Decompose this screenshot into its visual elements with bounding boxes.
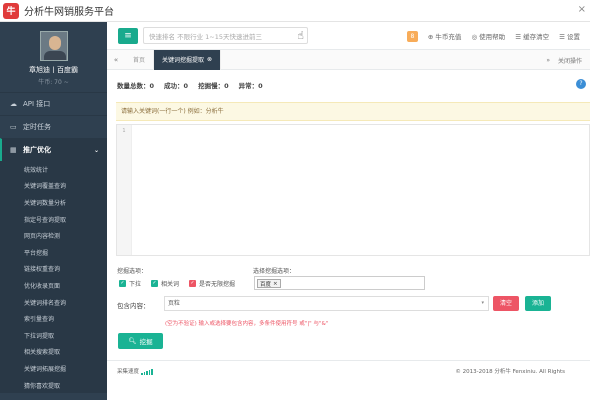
top-navbar: ≡ 快速排名 不限行业 1~15天快速进前三 ☝ 8 ⊕ 牛币充值 ◎ 使用帮助… <box>107 22 590 50</box>
speed-label: 采集速度 <box>117 368 140 375</box>
checkbox-related[interactable]: ✓ <box>151 280 159 287</box>
close-icon[interactable]: × <box>578 4 586 15</box>
submenu-item[interactable]: 优化收录页面 <box>0 277 107 294</box>
sidebar-submenu: 统效统计 关键词覆盖查询 关键词数量分析 指定号查询提取 网页内容检测 平台挖掘… <box>0 161 107 394</box>
caret-down-icon: ▾ <box>481 300 484 306</box>
search-icon: 🔍︎ <box>128 337 137 345</box>
close-tabs-menu[interactable]: 关闭操作 <box>558 56 582 65</box>
line-number-gutter: 1 <box>117 125 132 255</box>
main-content: 数量总数：0 成功：0 挖掘慢：0 异常：0 ? 请输入关键词(一行一个) 例如… <box>107 70 590 400</box>
stat-total: 数量总数：0 <box>117 82 155 90</box>
app-logo-icon: 牛 <box>3 2 19 19</box>
signal-bars-icon <box>141 368 154 375</box>
settings-link[interactable]: ☰ 设置 <box>559 31 580 41</box>
mine-button-label: 挖掘 <box>139 338 153 346</box>
search-input[interactable]: 快速排名 不限行业 1~15天快速进前三 ☝ <box>143 27 308 44</box>
help-link[interactable]: ◎ 使用帮助 <box>471 31 505 41</box>
tab-scroll-right-icon[interactable]: » <box>546 57 550 64</box>
filter-select[interactable]: 页粒 ▾ <box>164 296 489 311</box>
cloud-icon: ☁ <box>10 100 17 108</box>
sidebar-item-label: API 接口 <box>23 100 51 108</box>
engine-tag-label: 百度 <box>260 281 272 288</box>
engine-select[interactable]: 百度 × <box>254 276 425 290</box>
engine-label: 选择挖掘选项： <box>253 268 296 275</box>
submenu-item[interactable]: 关键词拓展挖掘 <box>0 360 107 377</box>
submenu-item[interactable]: 索引量查询 <box>0 310 107 327</box>
avatar[interactable] <box>39 31 68 61</box>
add-button[interactable]: 添加 <box>525 296 551 311</box>
monitor-icon: ▭ <box>10 123 17 131</box>
submenu-item[interactable]: 关键词排名查询 <box>0 294 107 311</box>
tab-keyword-mining[interactable]: 关键词挖掘提取 ⊗ <box>154 49 222 70</box>
notification-badge[interactable]: 8 <box>406 30 418 42</box>
user-name[interactable]: 章旭迪丨百度霸 <box>29 65 78 75</box>
tab-label: 关键词挖掘提取 <box>162 57 205 64</box>
submenu-item[interactable]: 平台挖掘 <box>0 244 107 261</box>
clear-button[interactable]: 清空 <box>493 296 519 311</box>
user-profile: 章旭迪丨百度霸 牛币: 70 ~ <box>0 22 107 92</box>
hand-cursor-icon: ☝ <box>297 29 304 42</box>
copyright: © 2013-2018 分析牛 Fenxiniu. All Rights <box>455 368 565 375</box>
sidebar-item-label: 推广优化 <box>23 146 51 154</box>
stat-success: 成功：0 <box>164 82 189 90</box>
tabs-bar: « 首页 关键词挖掘提取 ⊗ » 关闭操作 <box>107 49 590 70</box>
menu-toggle-button[interactable]: ≡ <box>118 27 138 44</box>
submenu-item[interactable]: 网页内容检测 <box>0 227 107 244</box>
sidebar-item-scheduled[interactable]: ▭ 定时任务 <box>0 115 107 138</box>
submenu-item[interactable]: 关键词覆盖查询 <box>0 178 107 195</box>
checkbox-unlimited[interactable]: ✓ <box>189 280 197 287</box>
submenu-item[interactable]: 下拉词提取 <box>0 327 107 344</box>
remove-tag-icon[interactable]: × <box>273 281 278 287</box>
mine-button[interactable]: 🔍︎ 挖掘 <box>118 333 163 349</box>
filter-note: (空为不验证) 输入或选择要包含内容，多条件使用符号 或"|" 与"&" <box>165 321 329 327</box>
tab-home[interactable]: 首页 <box>125 49 155 70</box>
user-level: 牛币: 70 ~ <box>38 79 69 86</box>
top-links: 8 ⊕ 牛币充值 ◎ 使用帮助 ☰ 缓存清空 ☰ 设置 <box>406 22 590 50</box>
sidebar: 章旭迪丨百度霸 牛币: 70 ~ ☁ API 接口 ▭ 定时任务 ▦ 推广优化 … <box>0 22 107 400</box>
tab-close-icon[interactable]: ⊗ <box>207 56 212 63</box>
submenu-item[interactable]: 相关搜索提取 <box>0 344 107 361</box>
submenu-item[interactable]: 指定号查询提取 <box>0 211 107 228</box>
stat-failed: 挖掘慢：0 <box>198 82 229 90</box>
search-placeholder: 快速排名 不限行业 1~15天快速进前三 <box>149 32 262 41</box>
app-title: 分析牛网销服务平台 <box>24 7 114 18</box>
sidebar-item-promotion[interactable]: ▦ 推广优化 ⌄ <box>0 138 107 161</box>
recharge-link[interactable]: ⊕ 牛币充值 <box>428 31 462 41</box>
stat-error: 异常：0 <box>238 82 263 90</box>
sidebar-item-label: 定时任务 <box>23 123 51 131</box>
clear-cache-link[interactable]: ☰ 缓存清空 <box>515 31 549 41</box>
option-label: 是否无限挖掘 <box>199 281 236 288</box>
submenu-item[interactable]: 关键词数量分析 <box>0 194 107 211</box>
submenu-item[interactable]: 链接权重查询 <box>0 261 107 278</box>
input-hint: 请输入关键词(一行一个) 例如：分析牛 <box>116 102 590 121</box>
checkbox-dropdown[interactable]: ✓ <box>119 280 126 287</box>
option-label: 相关词 <box>161 281 180 288</box>
window-titlebar: 牛 分析牛网销服务平台 × <box>0 0 590 22</box>
chevron-down-icon: ⌄ <box>93 146 99 154</box>
sidebar-item-api[interactable]: ☁ API 接口 <box>0 92 107 115</box>
footer: 采集速度 © 2013-2018 分析牛 Fenxiniu. All Right… <box>107 360 590 380</box>
submenu-item[interactable]: 统效统计 <box>0 161 107 178</box>
filter-value: 页粒 <box>168 300 181 307</box>
tab-scroll-left-icon[interactable]: « <box>107 56 125 64</box>
keyword-textarea[interactable]: 1 <box>116 124 590 256</box>
option-label: 下拉 <box>129 281 142 288</box>
stats-row: 数量总数：0 成功：0 挖掘慢：0 异常：0 <box>117 80 273 90</box>
options-group: ✓ 下拉 ✓ 相关词 ✓ 是否无限挖掘 <box>119 279 245 288</box>
submenu-item[interactable]: 猜你喜欢提取 <box>0 377 107 394</box>
options-label: 挖掘选项： <box>117 268 148 275</box>
help-icon[interactable]: ? <box>576 79 586 89</box>
engine-tag: 百度 × <box>257 279 281 288</box>
filter-label: 包含内容： <box>117 302 150 310</box>
grid-icon: ▦ <box>10 146 17 154</box>
speed-indicator: 采集速度 <box>117 367 154 375</box>
